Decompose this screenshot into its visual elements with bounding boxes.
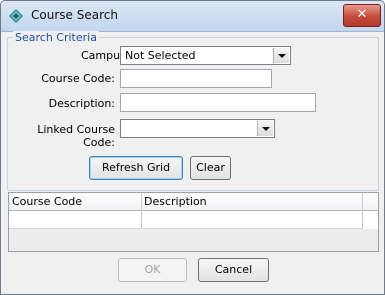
ok-button[interactable]: OK (118, 258, 187, 282)
campus-selected-value: Not Selected (125, 49, 196, 62)
results-grid[interactable]: Course Code Description (8, 192, 379, 252)
campus-label: Campus: (81, 49, 130, 62)
search-criteria-legend: Search Criteria (13, 31, 99, 44)
close-icon: ✕ (356, 7, 368, 22)
diamond-app-icon (9, 9, 23, 23)
column-header-course-code[interactable]: Course Code (12, 195, 82, 208)
column-header-description[interactable]: Description (144, 195, 207, 208)
close-button[interactable]: ✕ (343, 4, 381, 27)
cancel-button[interactable]: Cancel (198, 258, 269, 282)
course-code-input[interactable] (120, 69, 272, 88)
refresh-grid-button[interactable]: Refresh Grid (89, 156, 183, 180)
course-code-label: Course Code: (41, 72, 115, 85)
column-divider[interactable] (141, 193, 142, 229)
grid-header: Course Code Description (9, 193, 378, 211)
column-divider[interactable] (362, 193, 363, 229)
description-label: Description: (48, 97, 115, 110)
linked-course-code-label: Linked Course Code: (37, 123, 115, 149)
course-search-window: Course Search ✕ Search Criteria Campus: … (0, 0, 385, 295)
window-title: Course Search (31, 8, 118, 22)
grid-empty-area (9, 229, 378, 251)
chevron-down-icon[interactable] (257, 121, 273, 136)
linked-course-code-dropdown[interactable] (120, 119, 275, 138)
description-input[interactable] (120, 93, 316, 112)
campus-dropdown[interactable]: Not Selected (120, 46, 291, 65)
title-bar[interactable]: Course Search ✕ (1, 1, 384, 32)
chevron-down-icon[interactable] (273, 48, 289, 63)
clear-button[interactable]: Clear (190, 156, 231, 180)
